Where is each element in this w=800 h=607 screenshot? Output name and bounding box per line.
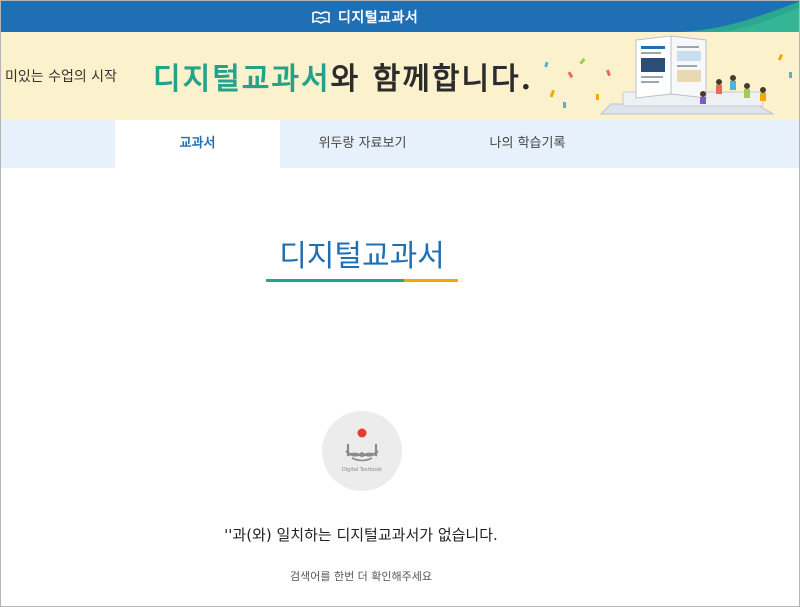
banner-subtitle: 미있는 수업의 시작 xyxy=(5,69,117,85)
search-hint: 검색어를 한번 더 확인해주세요 xyxy=(289,570,433,583)
main-tabs: 교과서 위두랑 자료보기 나의 학습기록 xyxy=(1,120,799,168)
banner-headline-rest: 와 함께합니다. xyxy=(330,62,534,97)
top-bar: 디지털교과서 xyxy=(1,1,799,32)
empty-state-logo: Digital Textbook xyxy=(322,411,402,491)
banner-headline: 디지털교과서와 함께합니다. xyxy=(153,54,533,98)
tablet-illustration xyxy=(544,35,792,115)
tab-my-learning-record[interactable]: 나의 학습기록 xyxy=(445,120,610,168)
logo-caption: Digital Textbook xyxy=(342,467,382,473)
decorative-swoosh xyxy=(681,1,799,32)
no-results-message: ''과(와) 일치하는 디지털교과서가 없습니다. xyxy=(224,526,498,544)
book-logo-icon xyxy=(312,11,330,24)
page-frame: 디지털교과서 미있는 수업의 시작 디지털교과서와 함께합니다. 교과서 위두랑… xyxy=(0,0,800,607)
tab-wedorang-materials[interactable]: 위두랑 자료보기 xyxy=(280,120,445,168)
banner-headline-highlight: 디지털교과서 xyxy=(153,62,331,97)
page-title: 디지털교과서 xyxy=(279,239,445,274)
digital-textbook-icon: Digital Textbook xyxy=(342,428,382,473)
promo-banner: 미있는 수업의 시작 디지털교과서와 함께합니다. xyxy=(1,32,799,120)
title-underline xyxy=(266,279,458,282)
brand-home-link[interactable]: 디지털교과서 xyxy=(311,6,418,28)
brand-title: 디지털교과서 xyxy=(338,10,419,26)
tab-textbook[interactable]: 교과서 xyxy=(115,120,280,168)
